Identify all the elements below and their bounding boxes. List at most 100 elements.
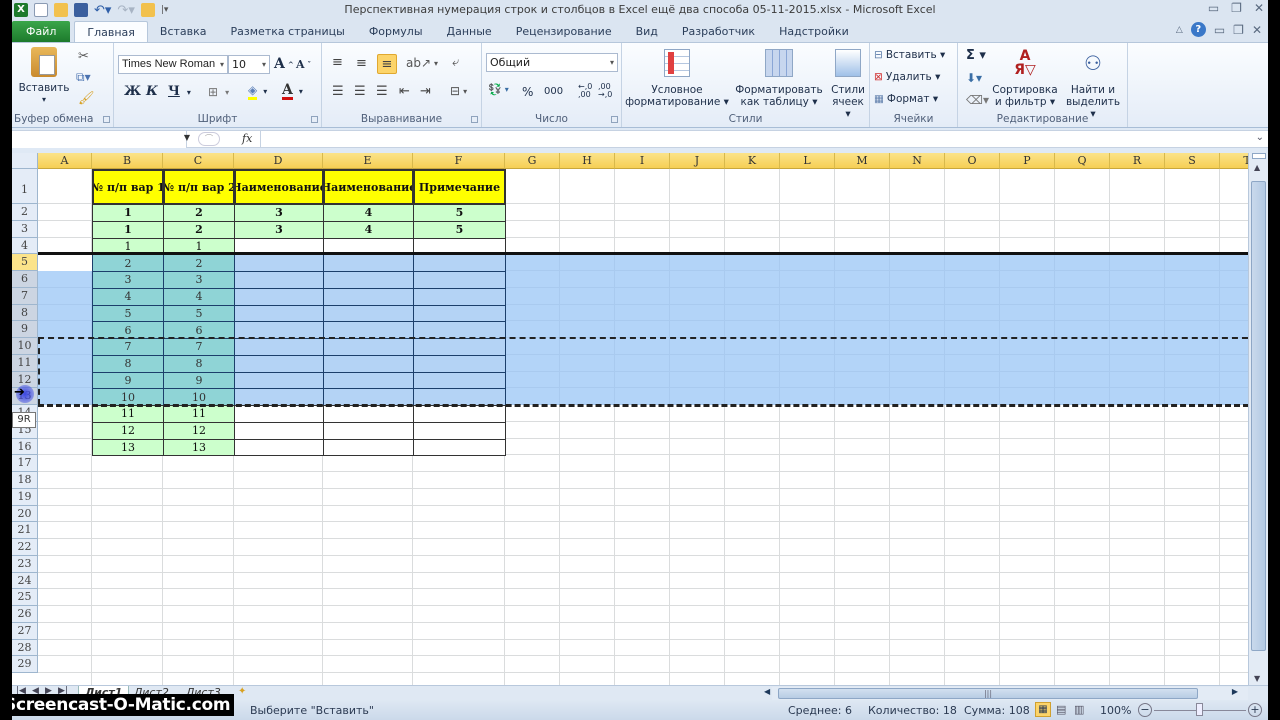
zoom-out-button[interactable]: − [1138, 703, 1152, 717]
formula-input[interactable] [260, 131, 1245, 147]
currency-format-icon[interactable]: 💱 ▾ [488, 83, 509, 96]
column-header-a[interactable]: A [38, 153, 92, 169]
table-cell[interactable]: 8 [92, 354, 164, 373]
table-cell[interactable]: 2 [163, 220, 235, 239]
table-cell[interactable] [413, 254, 506, 272]
row-header-24[interactable]: 24 [12, 572, 38, 590]
scroll-up-icon[interactable]: ▲ [1254, 163, 1260, 172]
minimize-ribbon-icon[interactable]: △ [1176, 25, 1183, 35]
table-cell[interactable] [323, 254, 414, 272]
row-header-23[interactable]: 23 [12, 555, 38, 573]
workbook-minimize-icon[interactable]: ▭ [1214, 23, 1225, 37]
table-cell[interactable]: 3 [234, 204, 324, 222]
insert-function-button[interactable]: fx [242, 132, 252, 145]
tab-insert[interactable]: Вставка [148, 21, 219, 42]
table-header-cell[interactable]: № п/п вар 2 [163, 169, 235, 205]
underline-button[interactable]: Ч ▾ [168, 84, 191, 99]
table-cell[interactable]: 3 [234, 220, 324, 239]
font-size-combo[interactable]: 10 ▾ [228, 55, 270, 74]
format-cells-button[interactable]: ▦ Формат ▾ [874, 93, 938, 105]
table-cell[interactable]: 5 [413, 220, 506, 239]
help-icon[interactable]: ? [1190, 22, 1206, 37]
fill-icon[interactable]: ⬇▾ [966, 71, 982, 85]
autosum-button[interactable]: Σ ▾ [966, 48, 986, 63]
cut-icon[interactable]: ✂ [78, 49, 89, 64]
table-cell[interactable] [413, 421, 506, 440]
table-cell[interactable] [413, 304, 506, 323]
vertical-scroll-thumb[interactable] [1251, 181, 1266, 651]
table-cell[interactable]: 5 [163, 304, 235, 323]
table-cell[interactable]: 9 [163, 371, 235, 390]
table-cell[interactable] [234, 271, 324, 289]
decrease-indent-icon[interactable]: ⇤ [399, 84, 410, 99]
tab-home[interactable]: Главная [74, 21, 148, 42]
table-cell[interactable]: 5 [92, 304, 164, 323]
table-header-cell[interactable]: № п/п вар 1 [92, 169, 164, 205]
table-cell[interactable]: 11 [92, 405, 164, 423]
table-cell[interactable] [323, 271, 414, 289]
table-cell[interactable]: 4 [92, 287, 164, 306]
align-right-icon[interactable]: ☰ [376, 84, 388, 99]
find-select-button[interactable]: ⚇ Найти и выделить ▾ [1062, 49, 1124, 120]
row-header-5[interactable]: 5 [12, 254, 38, 271]
table-cell[interactable] [234, 421, 324, 440]
row-header-1[interactable]: 1 [12, 169, 38, 204]
name-box-dropdown-icon[interactable]: ▼ [184, 133, 190, 142]
table-cell[interactable]: 9 [92, 371, 164, 390]
redo-icon[interactable]: ↷▾ [117, 3, 134, 18]
row-header-26[interactable]: 26 [12, 606, 38, 623]
table-cell[interactable] [234, 371, 324, 390]
row-header-3[interactable]: 3 [12, 220, 38, 238]
row-header-28[interactable]: 28 [12, 639, 38, 657]
minimize-icon[interactable]: ▭ [1208, 1, 1219, 15]
column-header-e[interactable]: E [323, 153, 413, 169]
table-cell[interactable] [323, 304, 414, 323]
table-cell[interactable]: 7 [163, 338, 235, 356]
decrease-decimal-button[interactable]: ,00 →,0 [598, 83, 612, 99]
table-cell[interactable] [323, 354, 414, 373]
align-top-icon[interactable]: ≡ [332, 55, 343, 70]
column-header-n[interactable]: N [890, 153, 945, 169]
table-cell[interactable]: 7 [92, 338, 164, 356]
row-header-16[interactable]: 16 [12, 438, 38, 456]
format-painter-icon[interactable]: 🖌 [78, 91, 95, 106]
zoom-slider-handle[interactable] [1196, 703, 1203, 716]
column-header-k[interactable]: K [725, 153, 780, 169]
table-cell[interactable] [234, 405, 324, 423]
orientation-icon[interactable]: ab↗ ▾ [406, 56, 438, 70]
column-header-b[interactable]: B [92, 153, 163, 169]
table-cell[interactable]: 2 [163, 204, 235, 222]
bold-button[interactable]: Ж [124, 84, 141, 99]
row-header-22[interactable]: 22 [12, 539, 38, 556]
tab-review[interactable]: Рецензирование [504, 21, 624, 42]
table-cell[interactable]: 4 [163, 287, 235, 306]
undo-icon[interactable]: ↶▾ [94, 3, 111, 18]
row-header-11[interactable]: 11 [12, 354, 38, 372]
row-header-10[interactable]: 10 [12, 338, 38, 355]
copy-icon[interactable]: ⧉▾ [76, 70, 91, 85]
merge-center-icon[interactable]: ⊟ ▾ [450, 84, 467, 98]
workbook-close-icon[interactable]: ✕ [1252, 23, 1262, 37]
row-header-17[interactable]: 17 [12, 455, 38, 472]
conditional-formatting-button[interactable]: Условное форматирование ▾ [624, 49, 730, 108]
column-header-m[interactable]: M [835, 153, 890, 169]
table-cell[interactable] [234, 287, 324, 306]
expand-formula-bar-icon[interactable]: ⌄ [1256, 132, 1264, 143]
name-box[interactable]: ▼ [12, 131, 190, 148]
table-cell[interactable]: 1 [92, 204, 164, 222]
column-header-f[interactable]: F [413, 153, 505, 169]
row-header-21[interactable]: 21 [12, 522, 38, 539]
column-header-d[interactable]: D [234, 153, 323, 169]
table-cell[interactable]: 2 [163, 254, 235, 272]
column-header-c[interactable]: C [163, 153, 234, 169]
column-header-g[interactable]: G [505, 153, 560, 169]
row-header-7[interactable]: 7 [12, 287, 38, 305]
row-header-4[interactable]: 4 [12, 237, 38, 255]
table-cell[interactable] [234, 254, 324, 272]
format-as-table-button[interactable]: Форматировать как таблицу ▾ [734, 49, 824, 108]
open-folder-icon[interactable] [54, 3, 68, 17]
table-cell[interactable]: 8 [163, 354, 235, 373]
table-cell[interactable] [323, 338, 414, 356]
insert-cells-button[interactable]: ⊟ Вставить ▾ [874, 49, 945, 61]
table-cell[interactable] [413, 438, 506, 457]
